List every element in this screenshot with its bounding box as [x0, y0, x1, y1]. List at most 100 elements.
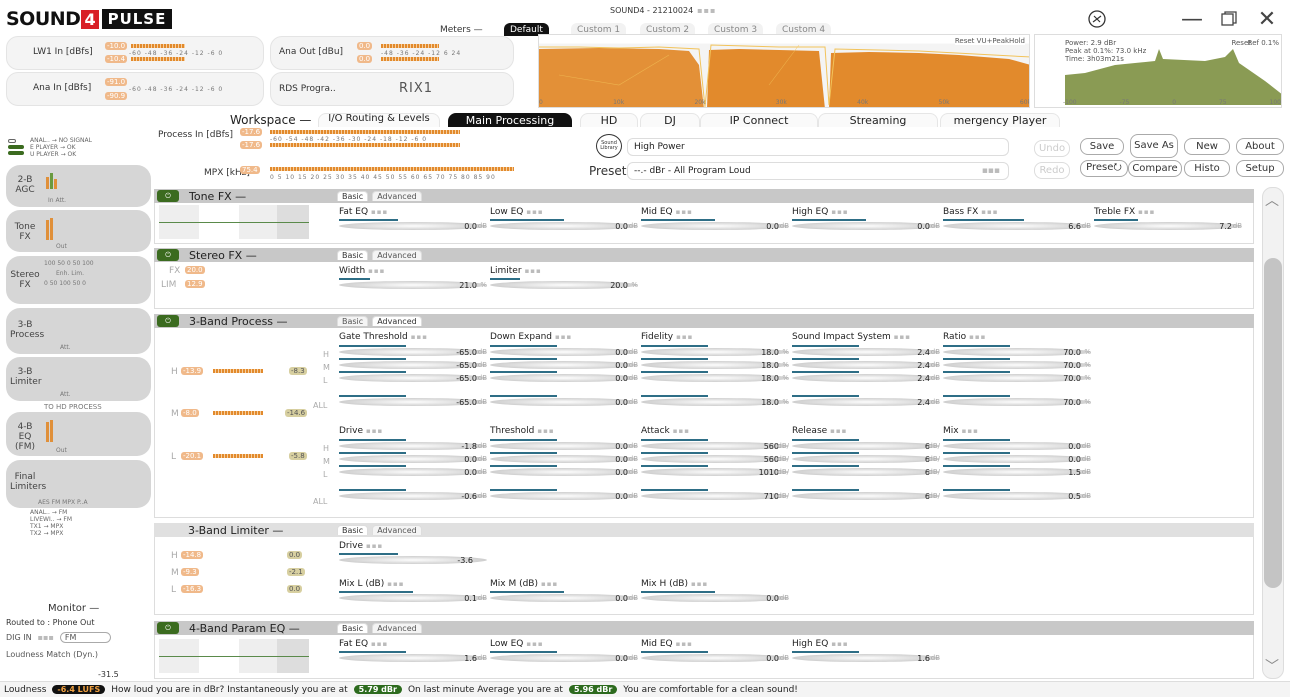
param-slider[interactable]: 6 dB/	[792, 450, 940, 464]
subtab-advanced[interactable]: Advanced	[372, 191, 422, 201]
slider[interactable]: 70.0%	[943, 395, 1091, 407]
tab-ip-connect[interactable]: IP Connect	[700, 113, 818, 127]
workspace-menu[interactable]: Workspace —	[230, 113, 311, 127]
param-slider[interactable]: Mid EQ ▪▪▪ 0.0 dB	[641, 639, 789, 663]
param-slider[interactable]: 70.0%	[943, 393, 1091, 407]
slider[interactable]: 0.0 dB	[641, 219, 789, 231]
param-slider[interactable]: Fat EQ ▪▪▪ 0.0 dB	[339, 207, 487, 231]
param-slider[interactable]: Low EQ ▪▪▪ 0.0 dB	[490, 207, 638, 231]
subtab-advanced[interactable]: Advanced	[372, 623, 422, 633]
param-slider[interactable]: Mid EQ ▪▪▪ 0.0 dB	[641, 207, 789, 231]
param-slider[interactable]: 0.0 dB	[490, 343, 638, 357]
param-slider[interactable]: 0.0 dB	[490, 437, 638, 451]
param-slider[interactable]: Mix L (dB) ▪▪▪ 0.1 dB	[339, 579, 487, 603]
param-slider[interactable]: 0.0 dB	[943, 437, 1091, 451]
subtab-basic[interactable]: Basic	[337, 623, 369, 633]
tab-streaming[interactable]: Streaming	[818, 113, 938, 127]
slider[interactable]: 0.0 dB	[641, 591, 789, 603]
slider[interactable]: 6 dB/	[792, 465, 940, 477]
band3-limiter-title[interactable]: 3-Band Limiter —	[188, 524, 283, 537]
param-slider[interactable]: 1010 dB/	[641, 463, 789, 477]
undo-button[interactable]: Undo	[1034, 140, 1070, 157]
param-slider[interactable]: 18.0%	[641, 356, 789, 370]
redo-button[interactable]: Redo	[1034, 162, 1070, 179]
sound-library-field[interactable]: High Power	[627, 138, 1009, 156]
param-slider[interactable]: 0.0 dB	[943, 450, 1091, 464]
tab-hd[interactable]: HD	[580, 113, 638, 127]
slider[interactable]: 1010 dB/	[641, 465, 789, 477]
save-as-button[interactable]: Save As	[1130, 134, 1178, 158]
param-slider[interactable]: 0.0 dB	[490, 393, 638, 407]
tone-fx-title[interactable]: Tone FX —	[189, 190, 246, 203]
slider[interactable]: 2.4 dB	[792, 371, 940, 383]
param-slider[interactable]: 18.0%	[641, 343, 789, 357]
block-2b-agc[interactable]: 2-B AGC In Att.	[6, 165, 151, 207]
slider[interactable]: 0.0 dB	[641, 651, 789, 663]
param-slider[interactable]: 2.4 dB	[792, 369, 940, 383]
param-slider[interactable]: Fat EQ ▪▪▪ 1.6 dB	[339, 639, 487, 663]
param-slider[interactable]: -65.0 dB	[339, 343, 487, 357]
param-slider[interactable]: 2.4 dB	[792, 356, 940, 370]
slider[interactable]: 1.5 dB	[943, 465, 1091, 477]
slider[interactable]: 0.0 dB	[490, 489, 638, 501]
tab-main-processing[interactable]: Main Processing	[448, 113, 572, 127]
param-slider[interactable]: 6 dB/	[792, 437, 940, 451]
about-button[interactable]: About	[1236, 138, 1284, 155]
tab-io-routing[interactable]: I/O Routing & Levels	[318, 113, 440, 127]
param-slider[interactable]: 0.0 dB	[490, 356, 638, 370]
slider[interactable]: -65.0 dB	[339, 395, 487, 407]
subtab-basic[interactable]: Basic	[337, 191, 369, 201]
slider[interactable]: 1.6 dB	[339, 651, 487, 663]
slider[interactable]: 0.0 dB	[490, 465, 638, 477]
param-slider[interactable]: Low EQ ▪▪▪ 0.0 dB	[490, 639, 638, 663]
param-slider[interactable]: 6 dB/	[792, 463, 940, 477]
param-slider[interactable]: 0.0 dB	[490, 463, 638, 477]
compare-button[interactable]: Compare	[1128, 160, 1182, 177]
param-slider[interactable]: High EQ ▪▪▪ 0.0 dB	[792, 207, 940, 231]
param-slider[interactable]: 0.0 dB	[490, 487, 638, 501]
slider[interactable]: 18.0%	[641, 395, 789, 407]
monitor-dig-in[interactable]: DIG IN	[6, 633, 32, 642]
slider[interactable]: 0.0 dB	[490, 371, 638, 383]
subtab-advanced[interactable]: Advanced	[372, 525, 422, 535]
stereo-fx-title[interactable]: Stereo FX —	[189, 249, 257, 262]
param-slider[interactable]: Treble FX ▪▪▪ 7.2 dB	[1094, 207, 1242, 231]
subtab-basic[interactable]: Basic	[337, 525, 369, 535]
monitor-loudness-match[interactable]: Loudness Match (Dyn.)	[6, 647, 148, 661]
param-slider[interactable]: 70.0%	[943, 356, 1091, 370]
spectrum-reset[interactable]: Reset VU+PeakHold	[954, 37, 1025, 45]
band3-process-title[interactable]: 3-Band Process —	[189, 315, 288, 328]
band4-eq-power-icon[interactable]: ⏻	[157, 622, 179, 634]
scroll-down-icon[interactable]: ﹀	[1265, 656, 1279, 676]
param-slider[interactable]: Mix H (dB) ▪▪▪ 0.0 dB	[641, 579, 789, 603]
preset-button[interactable]: Prese⭮	[1080, 160, 1128, 177]
scrollbar-thumb[interactable]	[1264, 258, 1282, 588]
param-slider[interactable]: 2.4 dB	[792, 393, 940, 407]
slider[interactable]: 21.0%	[339, 278, 487, 290]
subtab-advanced[interactable]: Advanced	[372, 250, 422, 260]
param-slider[interactable]: -65.0 dB	[339, 369, 487, 383]
param-slider[interactable]: Width ▪▪▪ 21.0%	[339, 266, 487, 290]
monitor-menu[interactable]: Monitor —	[48, 603, 99, 614]
setup-button[interactable]: Setup	[1236, 160, 1284, 177]
block-final-limiters[interactable]: Final Limiters AES FM MPX P..A	[6, 460, 151, 508]
param-slider[interactable]: 6 dB/	[792, 487, 940, 501]
block-3b-process[interactable]: 3-B Process Att.	[6, 308, 151, 354]
slider[interactable]: -0.6 dB	[339, 489, 487, 501]
param-slider[interactable]: -0.6 dB	[339, 487, 487, 501]
slider[interactable]: 0.0 dB	[490, 219, 638, 231]
close-button[interactable]: ✕	[1250, 4, 1284, 34]
tab-dj[interactable]: DJ	[640, 113, 700, 127]
slider[interactable]: 6.6 dB	[943, 219, 1091, 231]
param-slider[interactable]: 560 dB/	[641, 437, 789, 451]
slider[interactable]: 710 dB/	[641, 489, 789, 501]
stereo-fx-power-icon[interactable]: ⏻	[157, 249, 179, 261]
slider[interactable]: 7.2 dB	[1094, 219, 1242, 231]
remote-icon[interactable]	[1080, 4, 1114, 34]
minimize-button[interactable]: —	[1175, 4, 1209, 34]
param-slider[interactable]: 0.0 dB	[339, 463, 487, 477]
param-slider[interactable]: 0.0 dB	[490, 450, 638, 464]
slider[interactable]: 20.0%	[490, 278, 638, 290]
param-slider[interactable]: 70.0%	[943, 343, 1091, 357]
param-slider[interactable]: 1.5 dB	[943, 463, 1091, 477]
